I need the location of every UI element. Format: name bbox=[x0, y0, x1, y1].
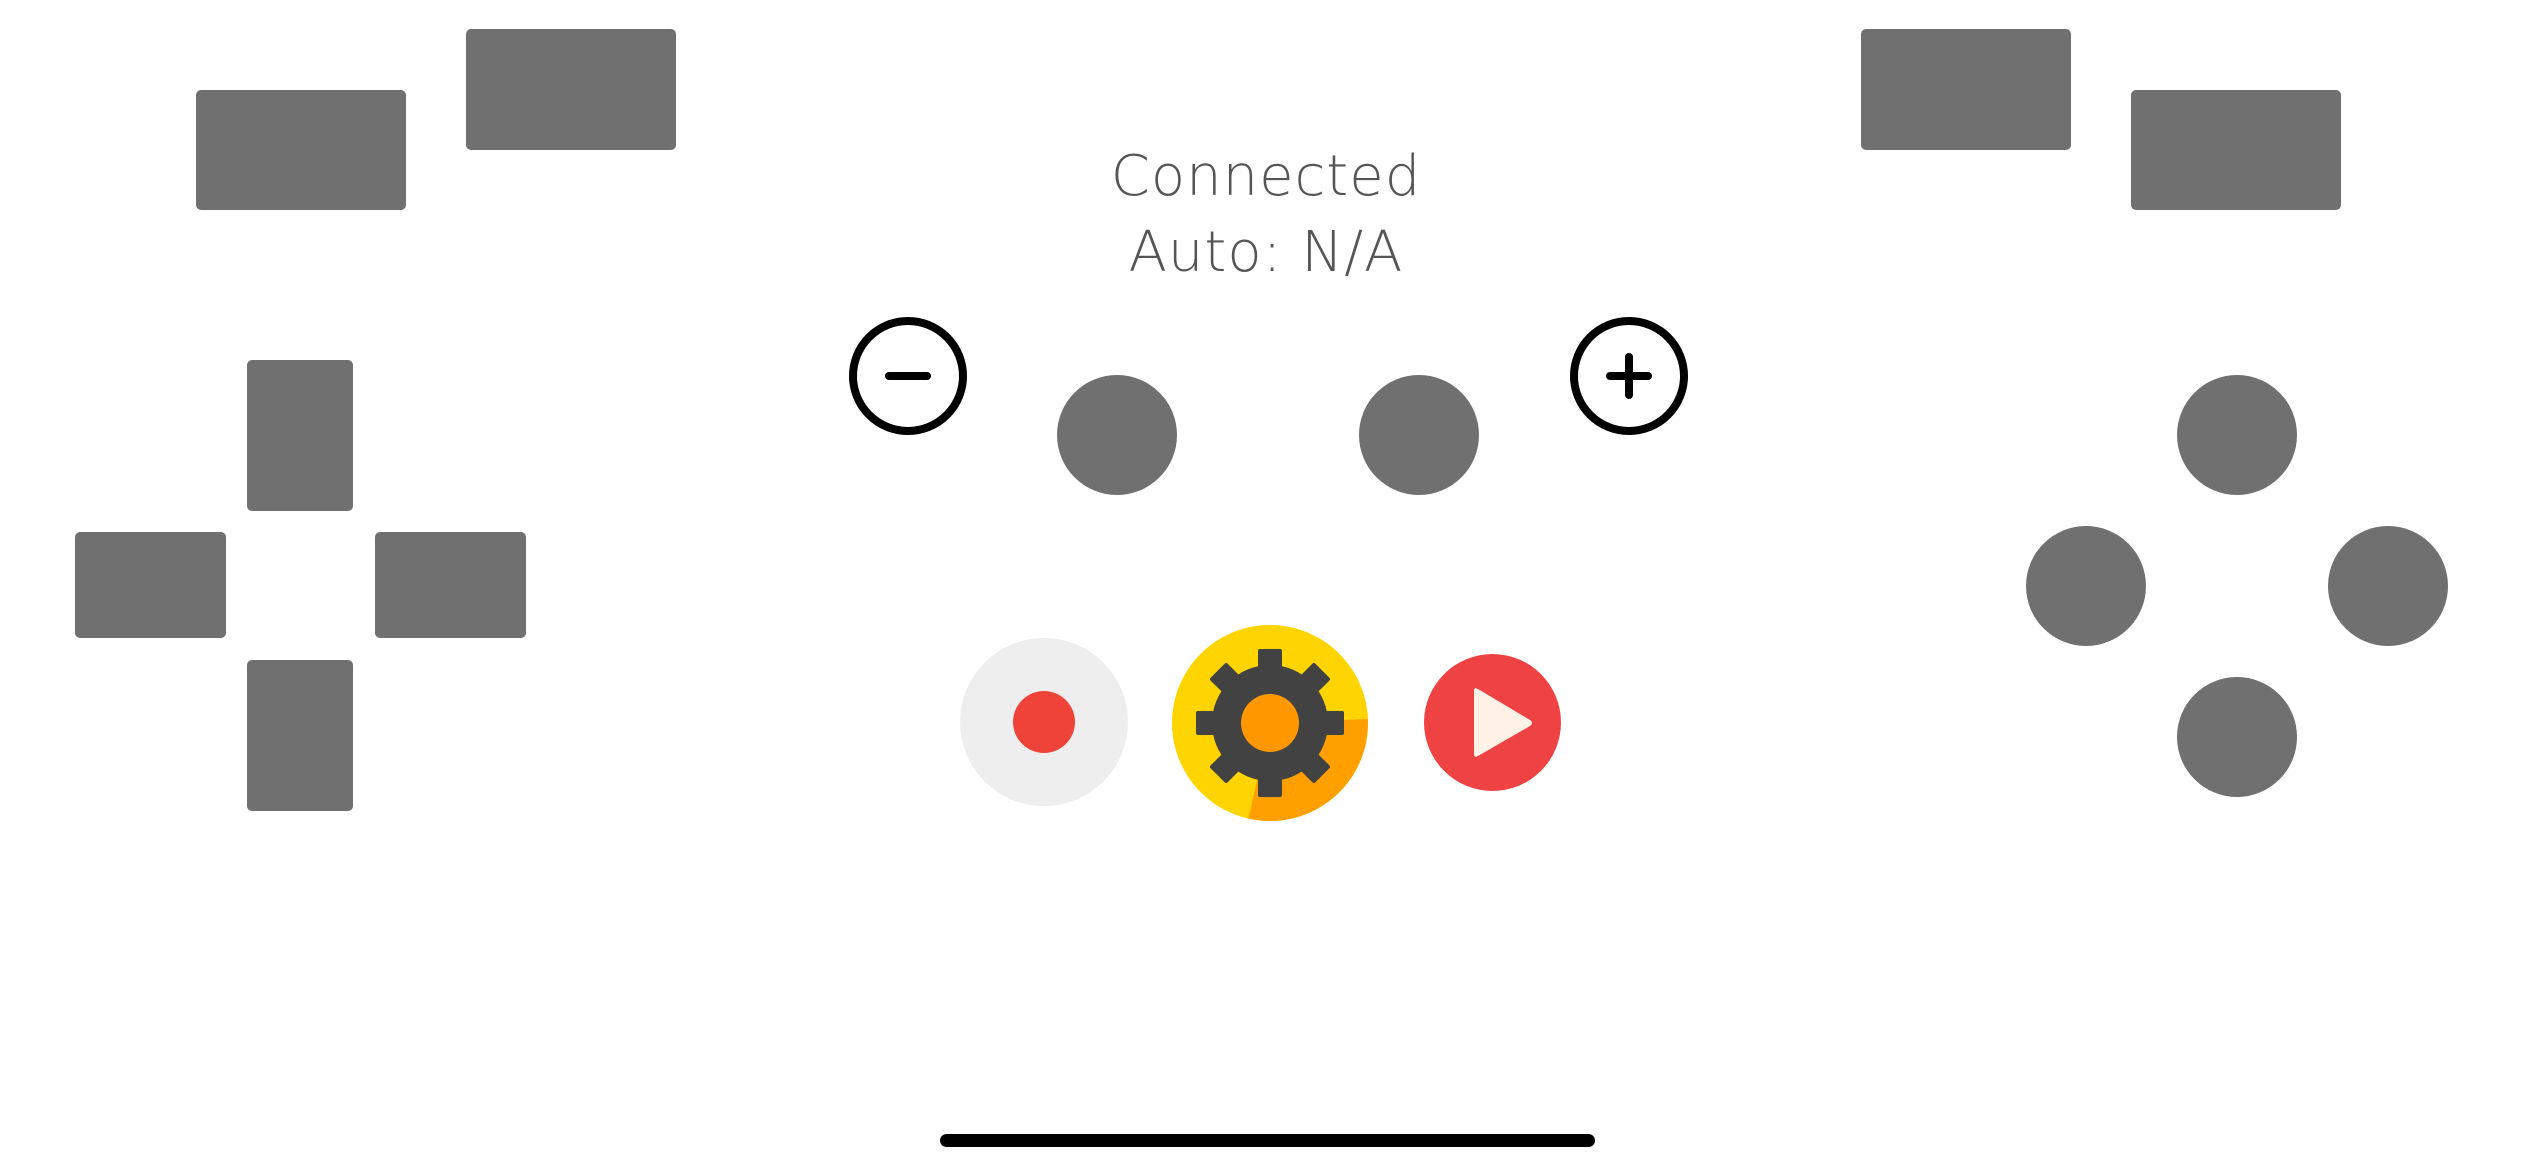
dpad-right-button[interactable] bbox=[375, 532, 526, 638]
minus-icon bbox=[885, 372, 931, 380]
select-button[interactable] bbox=[1057, 375, 1177, 495]
face-button-left[interactable] bbox=[2026, 526, 2146, 646]
settings-button[interactable] bbox=[1172, 625, 1368, 821]
right-trigger-button[interactable] bbox=[1861, 29, 2071, 150]
face-button-bottom[interactable] bbox=[2177, 677, 2297, 797]
dpad-down-button[interactable] bbox=[247, 660, 353, 811]
dpad-up-button[interactable] bbox=[247, 360, 353, 511]
gear-icon bbox=[1172, 625, 1368, 821]
minus-button[interactable] bbox=[849, 317, 967, 435]
play-button[interactable] bbox=[1424, 654, 1561, 791]
face-button-right[interactable] bbox=[2328, 526, 2448, 646]
right-bumper-button[interactable] bbox=[2131, 90, 2341, 210]
record-icon bbox=[960, 638, 1128, 806]
plus-button[interactable] bbox=[1570, 317, 1688, 435]
start-button[interactable] bbox=[1359, 375, 1479, 495]
record-button[interactable] bbox=[960, 638, 1128, 806]
face-button-top[interactable] bbox=[2177, 375, 2297, 495]
plus-icon-vertical bbox=[1625, 353, 1633, 399]
left-trigger-button[interactable] bbox=[466, 29, 676, 150]
left-bumper-button[interactable] bbox=[196, 90, 406, 210]
home-indicator[interactable] bbox=[940, 1134, 1595, 1147]
connection-status: Connected bbox=[1110, 144, 1422, 209]
auto-status: Auto: N/A bbox=[1128, 220, 1404, 285]
dpad-left-button[interactable] bbox=[75, 532, 226, 638]
play-icon bbox=[1424, 654, 1561, 791]
